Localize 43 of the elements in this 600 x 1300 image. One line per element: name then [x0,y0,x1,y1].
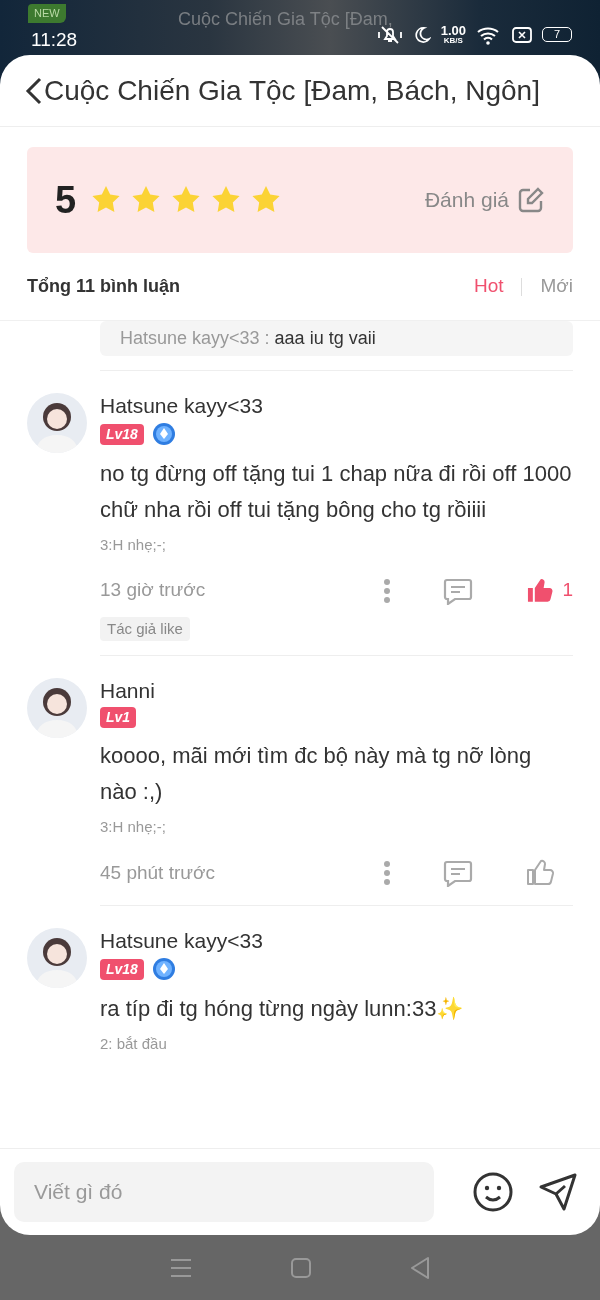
reply-button[interactable] [443,576,473,605]
home-icon[interactable] [290,1256,312,1279]
network-speed: 1.00 [440,24,466,37]
status-time: 11:28 [31,28,78,52]
battery-icon: 7 [542,27,572,42]
sort-tab[interactable]: Mới [540,272,573,301]
speed-unit: KB/S [443,37,463,45]
moon-icon [412,25,431,44]
chapter-label: 3:H nhẹ;-; [100,535,167,556]
comment-text: ra típ đi tg hóng từng ngày lunn:33✨ [100,995,465,1024]
user-name: Hatsune kayy<33 [100,393,264,419]
background-title: Cuộc Chiến Gia Tộc [Đam, [178,8,393,31]
back-nav-icon[interactable] [409,1255,432,1280]
comment-time: 45 phút trước [100,860,216,885]
more-button[interactable] [383,577,391,604]
comment-text: no tg đừng off tặng tui 1 chap nữa đi rồi off 1000 chữ nha rồi off tui tặng bông cho tg rồiiii [100,460,573,525]
reply-preview: Hatsune kayy<33 : aaa iu tg vaii [100,321,573,356]
chapter-label: 3:H nhẹ;-; [100,817,167,838]
rating-score: 5 [55,177,77,223]
more-button[interactable] [383,859,391,886]
user-name: Hanni [100,678,156,704]
emoji-icon[interactable] [472,1171,514,1213]
like-button[interactable]: 1 [525,575,573,606]
comment-time: 13 giờ trước [100,578,207,603]
user-name: Hatsune kayy<33 [100,927,264,954]
level-badge: Lv1 [100,707,137,729]
sim-icon [512,25,532,44]
chapter-label: 2: bắt đầu [100,1034,168,1055]
level-badge: Lv18 [100,958,144,980]
page-title: Cuộc Chiến Gia Tộc [Đam, Bách, Ngôn] [44,73,540,108]
menu-icon[interactable] [168,1256,193,1279]
new-badge: NEW [28,4,66,23]
reply-button[interactable] [443,858,473,887]
edit-icon [517,186,545,214]
comment-input[interactable]: Viết gì đó [14,1162,434,1222]
author-like-tag: Tác giả like [100,616,190,642]
back-icon[interactable] [24,75,44,106]
sort-tab[interactable]: Hot [473,272,504,301]
rate-button[interactable]: Đánh giá [424,184,545,216]
level-badge: Lv18 [100,423,144,445]
send-icon[interactable] [538,1172,578,1212]
comment-count: Tổng 11 bình luận [27,275,180,298]
comment-text: koooo, mãi mới tìm đc bộ này mà tg nỡ lòng nào :,) [100,742,533,807]
